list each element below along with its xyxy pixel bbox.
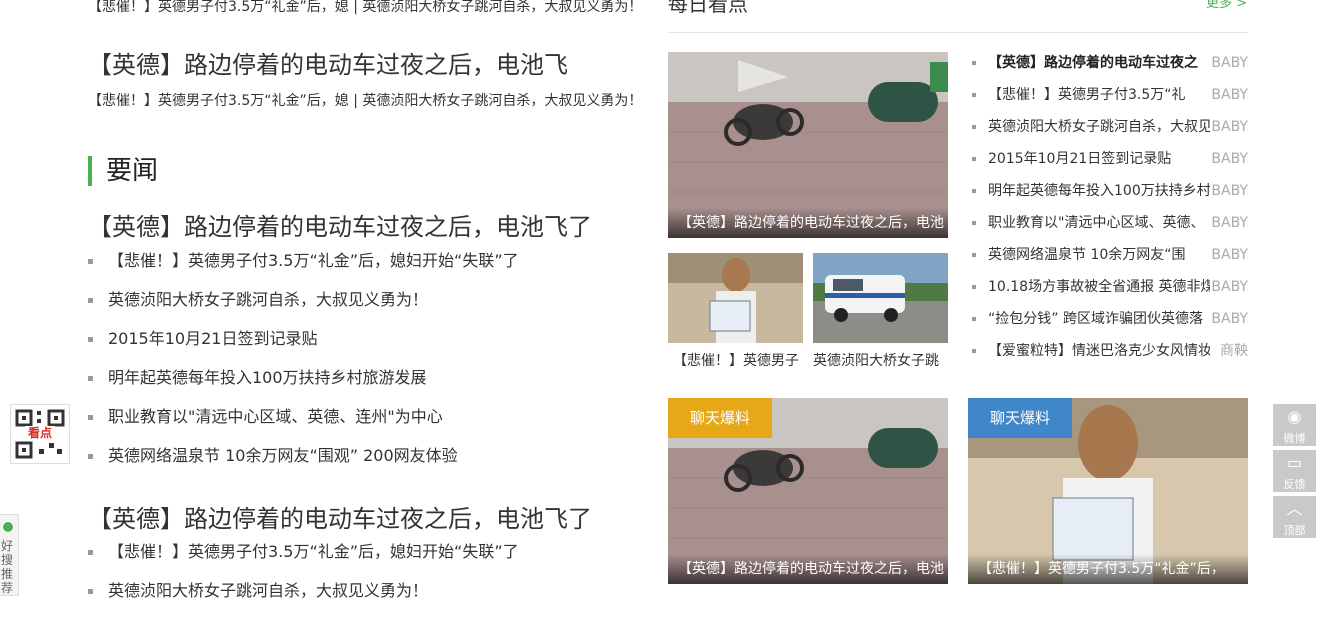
thumbnail-2[interactable] (813, 253, 948, 343)
weibo-icon: ◉ (1287, 407, 1302, 426)
list-item[interactable]: 职业教育以"清远中心区域、英德、 BABY (972, 212, 1248, 244)
list-item[interactable]: 英德浈阳大桥女子跳河自杀，大叔见义勇为！ (88, 289, 633, 328)
weibo-button[interactable]: ◉ 微博 (1273, 404, 1316, 446)
news-ticker-2[interactable]: 【悲催！】英德男子付3.5万“礼金”后，媳 | 英德浈阳大桥女子跳河自杀，大叔见… (88, 90, 633, 110)
feedback-button[interactable]: ▭ 反馈 (1273, 450, 1316, 492)
chat-bubble-icon: ▭ (1286, 453, 1303, 472)
list-item[interactable]: 英德浈阳大桥女子跳河自杀，大叔见 BABY (972, 116, 1248, 148)
list-item[interactable]: 英德网络温泉节 10余万网友“围观” 200网友体验 (88, 445, 633, 484)
list-item[interactable]: 2015年10月21日签到记录贴 (88, 328, 633, 367)
chat-news-card-2[interactable]: 聊天爆料 【悲催！】英德男子付3.5万“礼金”后， (968, 398, 1248, 584)
list-item[interactable]: 【英德】路边停着的电动车过夜之 BABY (972, 52, 1248, 84)
qr-label: 看点 (27, 426, 52, 440)
police-car-photo-image (813, 253, 948, 343)
category-badge: 聊天爆料 (668, 398, 773, 438)
headline-link-3[interactable]: 【英德】路边停着的电动车过夜之后，电池飞了 (88, 499, 592, 534)
status-dot-icon (2, 521, 14, 533)
weibo-label: 微博 (1283, 432, 1306, 445)
news-list-1: 【悲催！】英德男子付3.5万“礼金”后，媳妇开始“失联”了 英德浈阳大桥女子跳河… (88, 250, 633, 484)
list-item[interactable]: 职业教育以"清远中心区域、英德、连州"为中心 (88, 406, 633, 445)
list-item[interactable]: 英德网络温泉节 10余万网友“围 BABY (972, 244, 1248, 276)
card-caption: 【英德】路边停着的电动车过夜之后，电池 (668, 554, 948, 584)
recommend-label: 好搜推荐 (0, 539, 13, 595)
featured-photo[interactable]: 【英德】路边停着的电动车过夜之后，电池 (668, 52, 948, 238)
section-title-important-news: 要闻 (88, 156, 158, 186)
list-item[interactable]: 【爱蜜粒特】情迷巴洛克少女风情妆 商鞅 (972, 340, 1248, 372)
top-label: 顶部 (1283, 524, 1306, 537)
category-badge: 聊天爆料 (968, 398, 1073, 438)
headline-link-2[interactable]: 【英德】路边停着的电动车过夜之后，电池飞了 (88, 207, 592, 242)
back-to-top-button[interactable]: ︿ 顶部 (1273, 496, 1316, 538)
recommend-sidebar-tab[interactable]: 好搜推荐 (0, 514, 19, 596)
thumbnail-2-caption[interactable]: 英德浈阳大桥女子跳 (813, 350, 948, 370)
thumbnail-1-caption[interactable]: 【悲催！】英德男子 (673, 350, 803, 370)
feedback-label: 反馈 (1283, 478, 1306, 491)
news-list-2: 【悲催！】英德男子付3.5万“礼金”后，媳妇开始“失联”了 英德浈阳大桥女子跳河… (88, 541, 633, 619)
list-item[interactable]: 10.18场方事故被全省通报 英德非煤 BABY (972, 276, 1248, 308)
divider (668, 32, 1248, 33)
qr-code-widget[interactable]: 看点 (10, 404, 70, 464)
list-item[interactable]: 明年起英德每年投入100万扶持乡村 BABY (972, 180, 1248, 212)
chevron-up-icon: ︿ (1286, 499, 1303, 518)
list-item[interactable]: 【悲催！】英德男子付3.5万“礼金”后，媳妇开始“失联”了 (88, 541, 633, 580)
headline-link-1[interactable]: 【英德】路边停着的电动车过夜之后，电池飞 (88, 45, 568, 80)
top-news-ticker[interactable]: 【悲催！】英德男子付3.5万“礼金”后，媳 | 英德浈阳大桥女子跳河自杀，大叔见… (88, 0, 633, 16)
list-item[interactable]: “捡包分钱” 跨区域诈骗团伙英德落 BABY (972, 308, 1248, 340)
list-item[interactable]: 明年起英德每年投入100万扶持乡村旅游发展 (88, 367, 633, 406)
card-caption: 【悲催！】英德男子付3.5万“礼金”后， (968, 554, 1248, 584)
panel-title: 每日看点 (668, 0, 748, 16)
chat-news-card-1[interactable]: 聊天爆料 【英德】路边停着的电动车过夜之后，电池 (668, 398, 948, 584)
daily-highlights-list: 【英德】路边停着的电动车过夜之 BABY 【悲催！】英德男子付3.5万“礼 BABY… (972, 52, 1248, 372)
woman-photo-image (668, 253, 803, 343)
list-item[interactable]: 【悲催！】英德男子付3.5万“礼 BABY (972, 84, 1248, 116)
list-item[interactable]: 英德浈阳大桥女子跳河自杀，大叔见义勇为！ (88, 580, 633, 619)
more-link[interactable]: 更多 > (1206, 0, 1247, 11)
list-item[interactable]: 【悲催！】英德男子付3.5万“礼金”后，媳妇开始“失联”了 (88, 250, 633, 289)
featured-photo-caption: 【英德】路边停着的电动车过夜之后，电池 (668, 208, 948, 238)
list-item[interactable]: 2015年10月21日签到记录贴 BABY (972, 148, 1248, 180)
thumbnail-1[interactable] (668, 253, 803, 343)
